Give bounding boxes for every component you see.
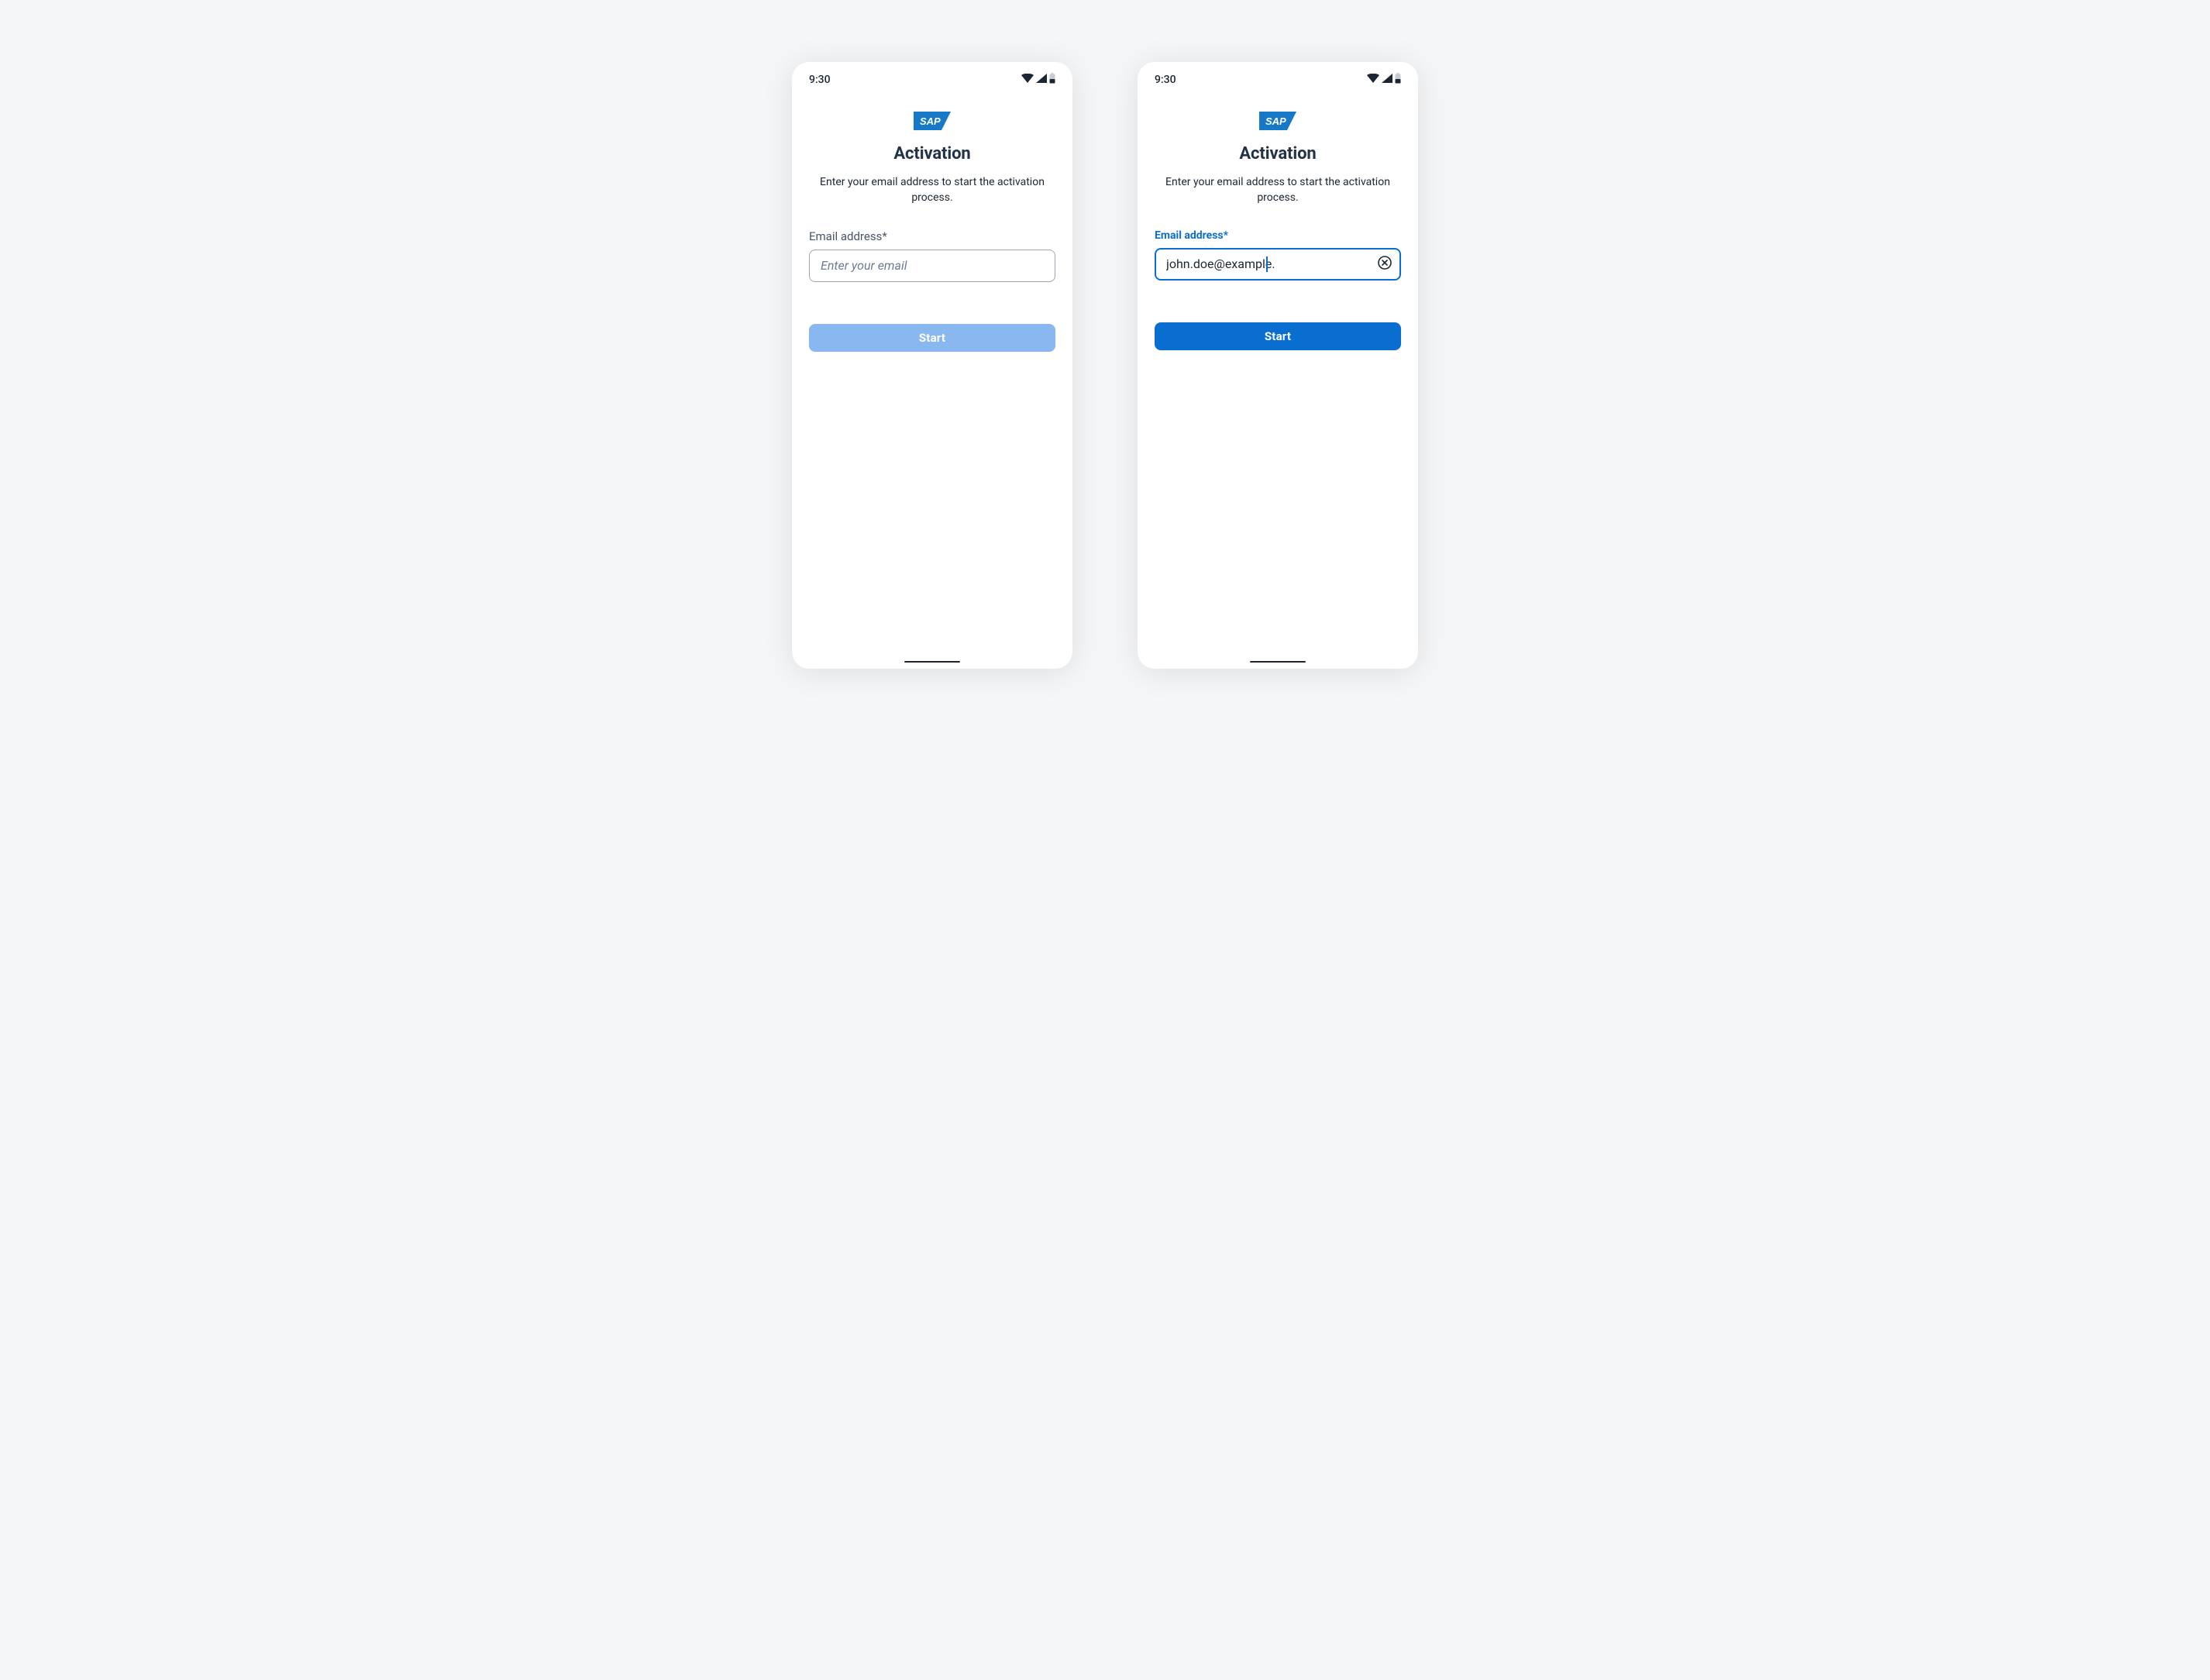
- page-description: Enter your email address to start the ac…: [1162, 174, 1394, 206]
- status-bar: 9:30: [1138, 62, 1418, 95]
- battery-icon: [1049, 73, 1055, 87]
- logo: SAP: [792, 112, 1072, 130]
- page-description: Enter your email address to start the ac…: [816, 174, 1048, 206]
- home-indicator: [904, 661, 960, 663]
- activation-form: Email address* Start: [792, 229, 1072, 352]
- email-label: Email address*: [809, 229, 1055, 243]
- wifi-icon: [1367, 74, 1379, 86]
- phone-screen-filled: 9:30 SAP Activation Enter your email add…: [1138, 62, 1418, 669]
- logo: SAP: [1138, 112, 1418, 130]
- page-title: Activation: [1138, 144, 1418, 164]
- battery-icon: [1395, 73, 1401, 87]
- clear-input-button[interactable]: [1376, 256, 1393, 273]
- email-label: Email address*: [1155, 229, 1401, 242]
- email-input-wrap: [809, 250, 1055, 282]
- email-input[interactable]: [1155, 248, 1401, 281]
- svg-text:SAP: SAP: [1265, 115, 1286, 127]
- sap-logo: SAP: [914, 112, 951, 130]
- status-bar: 9:30: [792, 62, 1072, 95]
- email-input-wrap: [1155, 248, 1401, 281]
- home-indicator: [1250, 661, 1306, 663]
- text-caret: [1266, 256, 1268, 272]
- activation-form: Email address* Start: [1138, 229, 1418, 350]
- status-time: 9:30: [809, 74, 831, 86]
- phone-screen-empty: 9:30 SAP Activation Enter your email add…: [792, 62, 1072, 669]
- email-input[interactable]: [809, 250, 1055, 282]
- status-icons: [1367, 73, 1401, 87]
- start-button[interactable]: Start: [1155, 322, 1401, 350]
- sap-logo: SAP: [1259, 112, 1296, 130]
- close-circle-icon: [1378, 256, 1392, 273]
- cellular-icon: [1036, 74, 1047, 86]
- status-time: 9:30: [1155, 74, 1176, 86]
- page-title: Activation: [792, 144, 1072, 164]
- start-button[interactable]: Start: [809, 324, 1055, 352]
- cellular-icon: [1382, 74, 1392, 86]
- status-icons: [1021, 73, 1055, 87]
- svg-text:SAP: SAP: [920, 115, 941, 127]
- wifi-icon: [1021, 74, 1034, 86]
